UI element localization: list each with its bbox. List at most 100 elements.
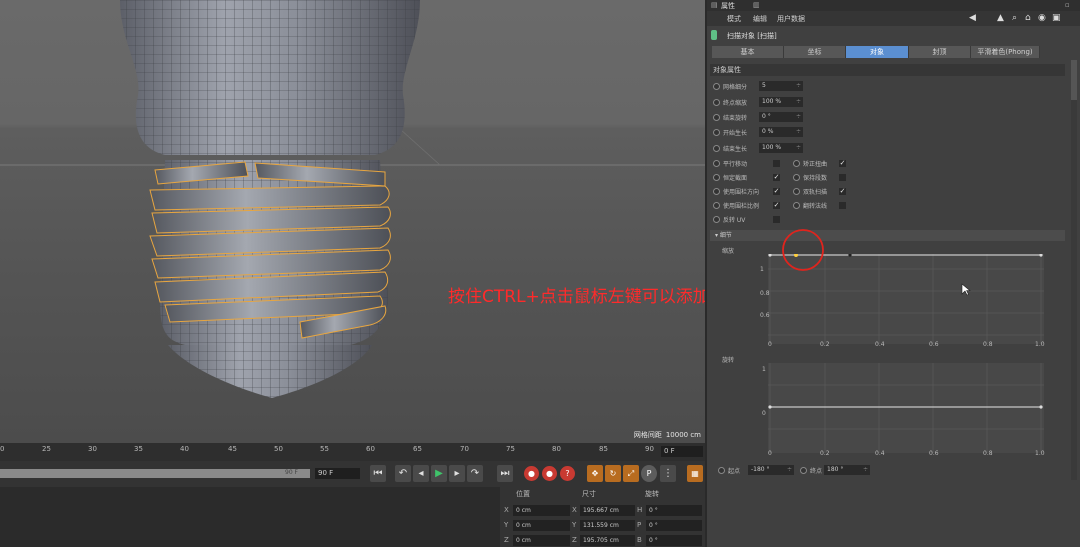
record-icon[interactable]: ● — [524, 466, 539, 481]
animate-toggle[interactable] — [713, 188, 720, 195]
animate-toggle[interactable] — [713, 83, 720, 90]
rail-scale-checkbox[interactable]: ✓ — [773, 202, 780, 209]
prev-key-icon[interactable]: ↶ — [395, 465, 411, 482]
tab-object[interactable]: 对象 — [846, 46, 909, 58]
flip-uv-checkbox[interactable] — [773, 216, 780, 223]
banking-checkbox[interactable]: ✓ — [839, 160, 846, 167]
keyframe-selection-icon[interactable]: ? — [560, 466, 575, 481]
animate-toggle[interactable] — [793, 202, 800, 209]
tab-coord[interactable]: 坐标 — [784, 46, 846, 58]
frame-range-slider[interactable] — [0, 469, 310, 478]
start-growth-field[interactable]: 0 % — [759, 127, 803, 137]
timeline-ruler[interactable]: 0 25 30 35 40 45 50 55 60 65 70 75 80 85… — [0, 443, 705, 461]
new-panel-icon[interactable]: ◉ — [1038, 13, 1046, 23]
flip-normals-checkbox[interactable] — [839, 202, 846, 209]
graph-x-tick: 0 — [768, 450, 772, 457]
end-scale-field[interactable]: 100 % — [759, 97, 803, 107]
back-arrow-icon[interactable]: ◀ — [969, 13, 976, 23]
end-rotation-field[interactable]: 0 ° — [759, 112, 803, 122]
3d-viewport[interactable]: 网格间距 10000 cm — [0, 0, 705, 443]
current-frame-field[interactable]: 0 F — [661, 446, 703, 457]
tab-caps[interactable]: 封顶 — [909, 46, 971, 58]
rotation-b-field[interactable]: 0 ° — [646, 535, 702, 546]
animate-toggle[interactable] — [718, 467, 725, 474]
mesh-subdivision-field[interactable]: 5 — [759, 81, 803, 91]
parallel-move-checkbox[interactable] — [773, 160, 780, 167]
param-key-icon[interactable]: P — [641, 465, 657, 482]
expand-icon[interactable]: ▣ — [1052, 13, 1061, 23]
axis-label: X — [572, 506, 577, 514]
animate-toggle[interactable] — [713, 174, 720, 181]
prev-frame-icon[interactable]: ◂ — [413, 465, 429, 482]
panel-menu-icon[interactable]: ▫ — [1065, 1, 1070, 9]
scrollbar-thumb[interactable] — [1071, 60, 1077, 100]
graph-y-tick: 0.8 — [760, 290, 770, 297]
end-growth-field[interactable]: 100 % — [759, 143, 803, 153]
menu-edit[interactable]: 编辑 — [753, 14, 767, 24]
position-x-field[interactable]: 0 cm — [513, 505, 570, 516]
check-label: 保持段数 — [803, 175, 828, 182]
size-y-field[interactable]: 131.559 cm — [580, 520, 635, 531]
animate-toggle[interactable] — [713, 114, 720, 121]
position-y-field[interactable]: 0 cm — [513, 520, 570, 531]
play-icon[interactable]: ▶ — [431, 465, 447, 482]
tab-phong[interactable]: 平滑着色(Phong) — [971, 46, 1040, 58]
animate-toggle[interactable] — [800, 467, 807, 474]
animate-toggle[interactable] — [793, 188, 800, 195]
graph-x-tick: 0.6 — [929, 450, 939, 457]
start-angle-field[interactable]: -180 ° — [748, 465, 794, 475]
rail-direction-checkbox[interactable]: ✓ — [773, 188, 780, 195]
next-key-icon[interactable]: ↷ — [467, 465, 483, 482]
2-rail-checkbox[interactable]: ✓ — [839, 188, 846, 195]
rotate-key-icon[interactable]: ↻ — [605, 465, 621, 482]
keep-segments-checkbox[interactable] — [839, 174, 846, 181]
layers-icon[interactable]: ▥ — [753, 1, 760, 9]
animate-toggle[interactable] — [713, 160, 720, 167]
up-arrow-icon[interactable]: ▲ — [997, 13, 1004, 23]
auto-key-icon[interactable]: ● — [542, 466, 557, 481]
coord-row: Y 0 cm Y 131.559 cm P 0 ° — [500, 520, 705, 532]
constant-section-checkbox[interactable]: ✓ — [773, 174, 780, 181]
search-icon[interactable]: ⌕ — [1012, 13, 1017, 23]
size-z-field[interactable]: 195.705 cm — [580, 535, 635, 546]
goto-start-icon[interactable]: ⏮ — [370, 465, 386, 482]
animate-toggle[interactable] — [793, 174, 800, 181]
animate-toggle[interactable] — [713, 202, 720, 209]
rotation-header: 旋转 — [645, 490, 659, 498]
menu-mode[interactable]: 模式 — [727, 14, 741, 24]
animate-toggle[interactable] — [793, 160, 800, 167]
animate-toggle[interactable] — [713, 99, 720, 106]
timeline-tick: 70 — [460, 445, 469, 453]
animate-toggle[interactable] — [713, 216, 720, 223]
size-x-field[interactable]: 195.667 cm — [580, 505, 635, 516]
pla-key-icon[interactable]: ⋮ — [660, 465, 676, 482]
material-manager-area — [0, 487, 500, 547]
attributes-tab[interactable]: 属性 — [721, 1, 735, 11]
details-header[interactable]: ▾ 细节 — [710, 230, 1065, 241]
check-row: 翻转法线 — [793, 200, 863, 211]
timeline-window-icon[interactable]: ▦ — [687, 465, 703, 482]
next-frame-icon[interactable]: ▸ — [449, 465, 465, 482]
menu-user-data[interactable]: 用户数据 — [777, 14, 805, 24]
end-frame-field[interactable]: 90 F — [315, 468, 360, 479]
tab-basic[interactable]: 基本 — [712, 46, 784, 58]
goto-end-icon[interactable]: ⏭ — [497, 465, 513, 482]
position-z-field[interactable]: 0 cm — [513, 535, 570, 546]
mouse-cursor-icon — [961, 283, 971, 296]
param-label: 结束生长 — [723, 146, 748, 153]
scale-key-icon[interactable]: ⤢ — [623, 465, 639, 482]
move-key-icon[interactable]: ✥ — [587, 465, 603, 482]
rotation-graph-label: 旋转 — [722, 357, 735, 364]
lock-icon[interactable]: ⌂ — [1025, 13, 1031, 23]
animate-toggle[interactable] — [713, 145, 720, 152]
rotation-p-field[interactable]: 0 ° — [646, 520, 702, 531]
timeline-tick: 80 — [552, 445, 561, 453]
animate-toggle[interactable] — [713, 129, 720, 136]
attribute-scrollbar[interactable] — [1071, 60, 1077, 480]
start-label: 起点 — [728, 468, 741, 475]
param-label: 结束旋转 — [723, 115, 748, 122]
rotation-spline-graph[interactable] — [768, 363, 1044, 453]
transport-bar: 90 F 90 F ⏮ ↶ ◂ ▶ ▸ ↷ ⏭ ● ● ? ✥ ↻ ⤢ P ⋮ … — [0, 461, 705, 487]
end-angle-field[interactable]: 180 ° — [824, 465, 870, 475]
rotation-h-field[interactable]: 0 ° — [646, 505, 702, 516]
